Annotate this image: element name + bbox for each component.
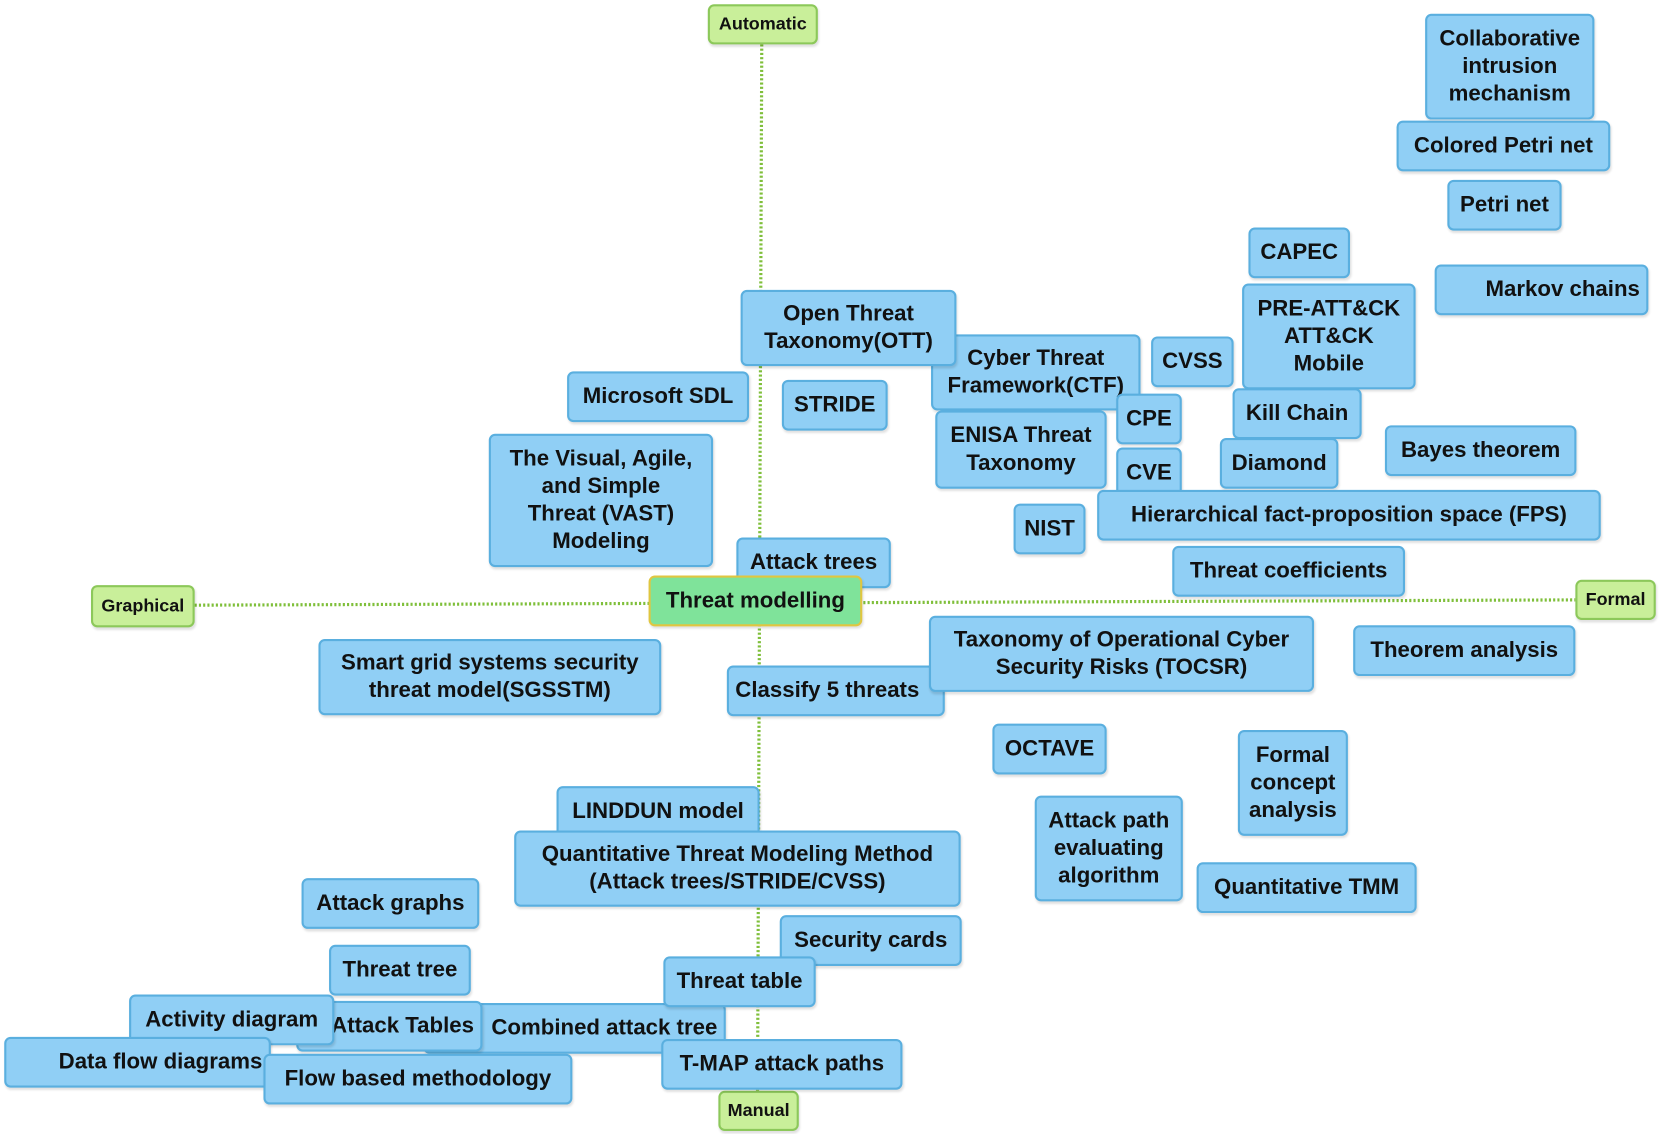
node-cpe: CPE <box>1116 393 1182 445</box>
node-data-flow-diagrams: Data flow diagrams <box>4 1036 271 1088</box>
node-theorem-analysis: Theorem analysis <box>1353 625 1576 677</box>
node-petri-net: Petri net <box>1447 179 1562 231</box>
node-ott: Open Threat Taxonomy(OTT) <box>740 289 957 367</box>
node-threat-coefficients: Threat coefficients <box>1172 545 1406 597</box>
node-classify-5-threats: Classify 5 threats <box>726 665 945 717</box>
node-att-ck: PRE-ATT&CK ATT&CK Mobile <box>1242 283 1416 390</box>
node-fps: Hierarchical fact-proposition space (FPS… <box>1097 489 1601 541</box>
node-octave: OCTAVE <box>992 723 1107 775</box>
axis-formal: Formal <box>1575 579 1656 620</box>
node-diamond: Diamond <box>1219 438 1339 489</box>
node-stride: STRIDE <box>781 379 888 431</box>
horizontal-axis-line <box>194 598 1576 607</box>
node-enisa: ENISA Threat Taxonomy <box>935 410 1107 489</box>
node-linddun: LINDDUN model <box>556 786 760 837</box>
node-microsoft-sdl: Microsoft SDL <box>567 371 750 423</box>
node-nist: NIST <box>1013 503 1086 555</box>
node-bayes-theorem: Bayes theorem <box>1384 425 1577 477</box>
node-ctf: Cyber Threat Framework(CTF) <box>931 334 1141 411</box>
node-vast: The Visual, Agile, and Simple Threat (VA… <box>488 433 714 568</box>
node-tocsr: Taxonomy of Operational Cyber Security R… <box>928 615 1315 692</box>
axis-graphical: Graphical <box>90 585 195 628</box>
node-collaborative-intrusion: Collaborative intrusion mechanism <box>1425 13 1595 120</box>
node-colored-petri-net: Colored Petri net <box>1396 120 1611 172</box>
node-threat-table: Threat table <box>663 956 816 1008</box>
node-cvss: CVSS <box>1151 336 1234 388</box>
threat-modelling-diagram: Automatic Manual Graphical Formal Collab… <box>0 0 1659 1134</box>
node-flow-based-methodology: Flow based methodology <box>263 1053 573 1105</box>
center-threat-modelling: Threat modelling <box>648 575 863 627</box>
node-tmap-attack-paths: T-MAP attack paths <box>661 1038 903 1090</box>
axis-manual: Manual <box>718 1090 799 1132</box>
node-markov-chains: Markov chains <box>1434 264 1649 316</box>
node-capec: CAPEC <box>1248 227 1351 279</box>
node-quantitative-threat-modeling-method: Quantitative Threat Modeling Method (Att… <box>514 830 961 907</box>
node-attack-graphs: Attack graphs <box>301 878 480 929</box>
node-formal-concept-analysis: Formal concept analysis <box>1237 730 1348 836</box>
node-attack-path-algorithm: Attack path evaluating algorithm <box>1034 795 1183 902</box>
node-threat-tree: Threat tree <box>329 944 471 996</box>
node-sgsstm: Smart grid systems security threat model… <box>318 639 662 716</box>
node-kill-chain: Kill Chain <box>1232 388 1362 440</box>
node-quantitative-tmm: Quantitative TMM <box>1196 862 1417 914</box>
axis-automatic: Automatic <box>707 4 818 45</box>
